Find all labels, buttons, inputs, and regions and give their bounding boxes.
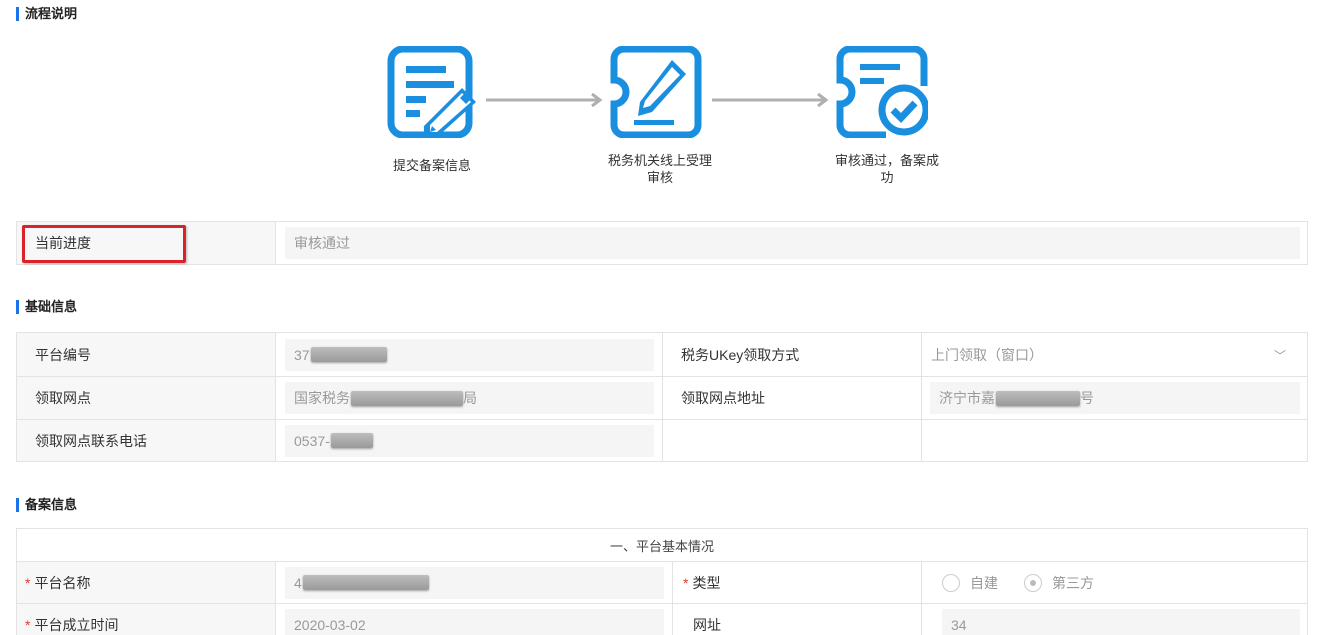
platform-name-label-text: 平台名称 [34,574,91,591]
table-row: 领取网点联系电话 0537- [17,419,1307,461]
type-option-self[interactable]: 自建 [942,573,998,593]
table-row: * 平台名称 4 * 类型 自建 第三方 [17,561,1307,603]
founded-label-text: 平台成立时间 [34,616,119,633]
flow-step-label-1: 提交备案信息 [392,158,471,173]
type-label: * 类型 [672,562,922,603]
platform-no-field: 37 [285,338,654,371]
type-label-text: 类型 [692,574,721,591]
phone-value: 0537- [294,432,330,449]
url-value: 34 [951,616,967,633]
table-row: 领取网点 国家税务 局 领取网点地址 济宁市嘉 号 [17,376,1307,419]
table-row: * 平台成立时间 2020-03-02 网址 34 [17,603,1307,635]
flow-step-label-3: 审核通过，备案成功 [834,153,939,185]
progress-value: 审核通过 [294,235,350,251]
pickup-addr-label: 领取网点地址 [662,377,922,419]
founded-value: 2020-03-02 [294,616,366,633]
document-edit-icon [387,46,476,138]
founded-field: 2020-03-02 [285,608,664,635]
platform-no-label: 平台编号 [17,333,276,376]
pickup-addr-value-tail: 号 [1080,390,1094,406]
ukey-select[interactable]: 上门领取（窗口） ﹀ [922,338,1300,371]
highlight-box [22,225,186,263]
type-option-third-party-label: 第三方 [1052,574,1094,591]
phone-label: 领取网点联系电话 [17,420,276,461]
flow-arrow-icon [712,92,829,108]
type-option-third-party[interactable]: 第三方 [1024,573,1094,593]
ukey-label: 税务UKey领取方式 [662,333,922,376]
progress-field: 审核通过 [285,227,1300,259]
founded-label: * 平台成立时间 [17,604,276,635]
section-title-flow: 流程说明 [16,6,77,22]
redacted-text [351,390,463,406]
ukey-value: 上门领取（窗口） [931,346,1043,363]
redacted-text [302,575,429,590]
pickup-point-value: 国家税务 [294,390,350,406]
pickup-addr-value: 济宁市嘉 [939,390,995,406]
radio-icon[interactable] [942,573,960,592]
progress-table: 当前进度 审核通过 [16,221,1308,265]
flow-step-label-2: 税务机关线上受理审核 [607,153,712,185]
section-title-filing: 备案信息 [16,497,77,513]
redacted-text [310,347,387,362]
required-mark: * [25,616,31,633]
empty-cell [662,420,922,461]
section-title-basic: 基础信息 [16,299,77,315]
platform-no-value: 37 [294,346,310,363]
redacted-text [996,390,1080,406]
flow-arrow-icon [486,92,603,108]
platform-name-field: 4 [285,566,664,599]
chevron-down-icon: ﹀ [1273,348,1286,363]
type-option-self-label: 自建 [970,574,998,591]
pickup-point-label: 领取网点 [17,377,276,419]
pickup-point-value-tail: 局 [463,390,477,406]
filing-info-table: 一、平台基本情况 * 平台名称 4 * 类型 自建 第三方 * 平台成立时间 2020… [16,528,1308,635]
ticket-edit-icon [610,46,702,138]
table-row: 平台编号 37 税务UKey领取方式 上门领取（窗口） ﹀ [17,333,1307,376]
url-field: 34 [942,608,1300,635]
redacted-text [330,433,373,448]
radio-checked-icon[interactable] [1024,573,1042,592]
pickup-point-field: 国家税务 局 [285,382,654,414]
url-label: 网址 [672,604,922,635]
platform-name-label: * 平台名称 [17,562,276,603]
phone-field: 0537- [285,424,654,457]
platform-name-value: 4 [294,574,302,591]
required-mark: * [683,574,689,591]
required-mark: * [25,574,31,591]
group-title: 一、平台基本情况 [609,538,714,554]
basic-info-table: 平台编号 37 税务UKey领取方式 上门领取（窗口） ﹀ 领取网点 国家税务 局 … [16,332,1308,462]
ticket-check-icon [836,46,928,138]
pickup-addr-field: 济宁市嘉 号 [930,382,1300,414]
